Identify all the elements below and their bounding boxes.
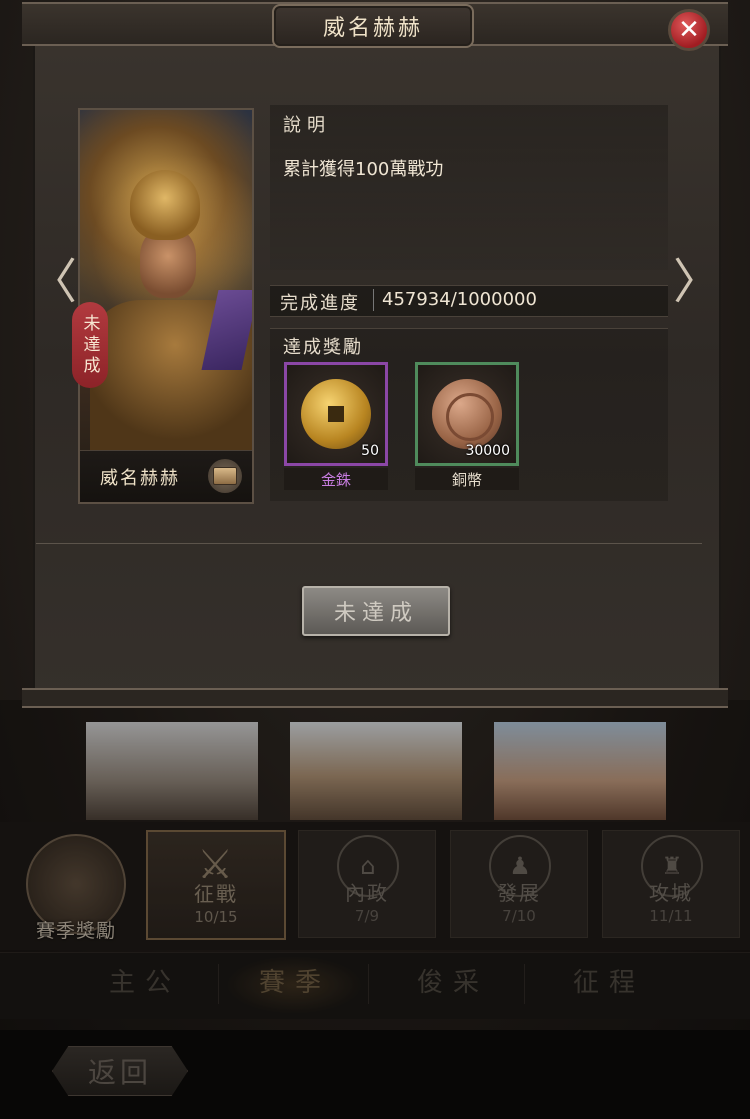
hero-nameplate: 威名赫赫 [80, 450, 252, 502]
category-name: 攻城 [649, 881, 693, 905]
previous-arrow-icon[interactable]: 〈 [29, 249, 77, 310]
next-arrow-icon[interactable]: 〉 [673, 249, 721, 310]
reward-item-gold[interactable]: 50 金銖 [284, 362, 388, 490]
description-text: 累計獲得100萬戰功 [283, 159, 444, 180]
category-count: 10/15 [194, 908, 238, 926]
reward-slot: 50 [284, 362, 388, 466]
reward-item-copper[interactable]: 30000 銅幣 [415, 362, 519, 490]
main-tab-season[interactable]: 賽季 [220, 962, 370, 999]
progress-label: 完成進度 [280, 293, 360, 314]
reward-name: 銅幣 [415, 468, 519, 490]
category-count: 7/9 [354, 907, 380, 925]
gold-coin-icon [301, 379, 371, 449]
close-icon[interactable]: ✕ [668, 9, 710, 51]
reward-count: 30000 [465, 443, 510, 459]
progress-divider [373, 289, 374, 311]
main-tab-journey[interactable]: 征程 [534, 962, 684, 999]
hero-helmet [130, 170, 200, 240]
hero-card: 威名赫赫 [78, 108, 254, 504]
achievement-thumbnail[interactable] [290, 722, 462, 820]
category-name: 內政 [345, 881, 389, 905]
hero-name: 威名赫赫 [100, 468, 180, 489]
main-tab-talent[interactable]: 俊采 [378, 962, 528, 999]
season-reward-label: 賽季獎勵 [35, 920, 116, 942]
category-count: 11/11 [649, 907, 693, 925]
modal-title: 威名赫赫 [272, 4, 474, 48]
tab-divider [524, 964, 525, 1004]
category-name: 發展 [497, 881, 541, 905]
main-tab-lord[interactable]: 主公 [70, 962, 220, 999]
copper-coin-icon [432, 379, 502, 449]
back-button[interactable]: 返回 [52, 1046, 188, 1096]
category-tab-internal[interactable]: ⌂ 內政 7/9 [298, 830, 436, 938]
status-button[interactable]: 未達成 [302, 586, 450, 636]
reward-label: 達成獎勵 [283, 337, 363, 358]
description-label: 說明 [283, 115, 331, 136]
category-tab-conquest[interactable]: ⚔ 征戰 10/15 [146, 830, 286, 940]
achievement-thumbnail[interactable] [86, 722, 258, 820]
category-name: 征戰 [194, 882, 238, 906]
tab-divider [218, 964, 219, 1004]
achievement-thumbnail[interactable] [494, 722, 666, 820]
status-tag: 未達成 [72, 302, 108, 388]
category-count: 7/10 [502, 907, 536, 925]
reward-name: 金銖 [284, 468, 388, 490]
treasure-chest-icon[interactable] [208, 459, 242, 493]
divider [36, 543, 702, 544]
category-tab-development[interactable]: ♟ 發展 7/10 [450, 830, 588, 938]
category-tab-siege[interactable]: ♜ 攻城 11/11 [602, 830, 740, 938]
hero-portrait [80, 110, 252, 450]
reward-slot: 30000 [415, 362, 519, 466]
season-reward-button[interactable]: 賽季獎勵 [20, 828, 146, 942]
reward-count: 50 [361, 443, 379, 459]
progress-value: 457934/1000000 [382, 289, 537, 310]
tab-divider [368, 964, 369, 1004]
modal-footer-frame [22, 688, 728, 708]
